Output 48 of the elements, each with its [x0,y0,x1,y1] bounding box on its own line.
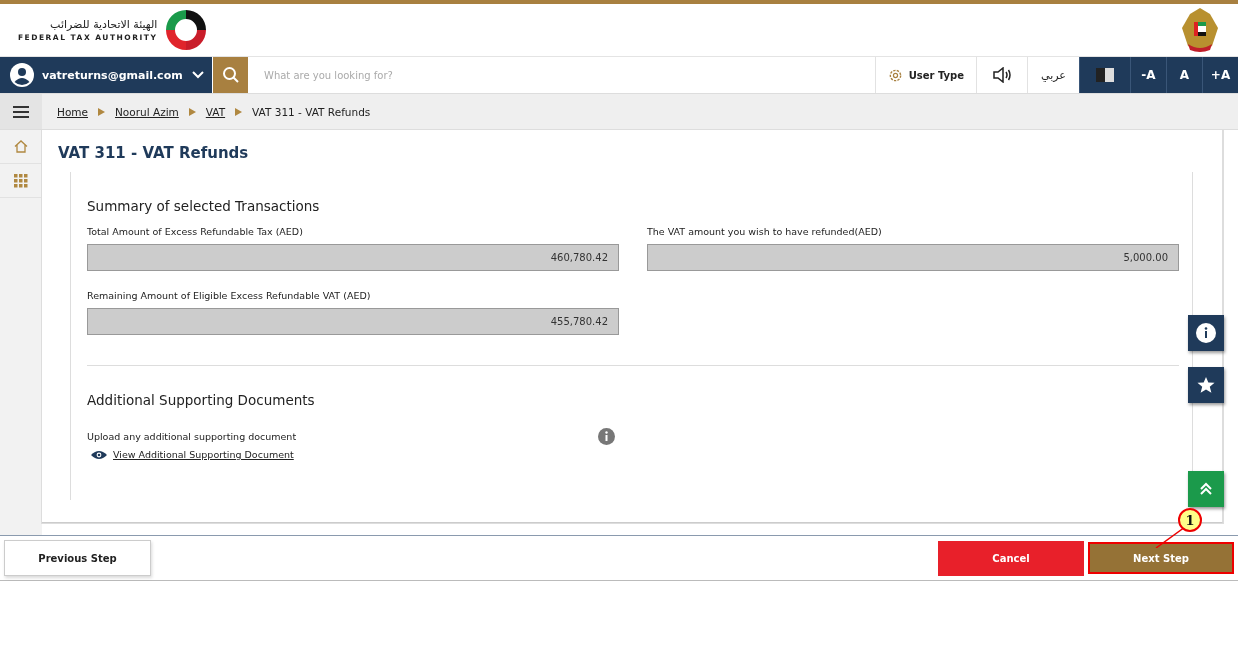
font-size-button[interactable]: +A [1202,57,1238,93]
speaker-icon [992,67,1012,83]
amount-field[interactable]: 455,780.42 [87,308,619,335]
settings-icon [887,67,903,83]
home-icon [14,140,28,153]
field-label: Remaining Amount of Eligible Excess Refundable VAT (AED) [87,290,372,301]
contrast-button[interactable] [1079,57,1130,93]
user-menu[interactable]: vatreturns@gmail.com [0,57,212,93]
chevron-down-icon [192,71,204,79]
annotation-marker: 1 [1178,508,1202,532]
amount-field[interactable]: 5,000.00 [647,244,1179,271]
font-size-button[interactable]: -A [1130,57,1166,93]
menu-icon [13,105,29,118]
search-button[interactable] [213,57,248,93]
amount-field[interactable]: 460,780.42 [87,244,619,271]
breadcrumb-link[interactable]: VAT [205,105,226,118]
triangle-right-icon [235,107,243,116]
favourite-button[interactable] [1188,367,1224,403]
search-icon [221,66,240,84]
breadcrumb-current: VAT 311 - VAT Refunds [252,105,371,118]
emblem-icon [1180,6,1220,54]
triangle-right-icon [188,107,196,116]
page-title: VAT 311 - VAT Refunds [57,143,250,164]
eye-icon [91,449,107,460]
field-label: Total Amount of Excess Refundable Tax (AED) [87,226,304,237]
breadcrumb-link[interactable]: Home [57,105,88,118]
cancel-button[interactable]: Cancel [938,540,1084,576]
contrast-icon [1096,68,1114,82]
previous-step-button[interactable]: Previous Step [4,540,151,576]
avatar-icon [10,63,34,87]
info-button[interactable] [1188,315,1224,351]
logo-arabic-text: الهيئة الاتحادية للضرائب [50,18,158,31]
grid-icon [14,173,28,188]
star-icon [1197,376,1215,394]
breadcrumb-link[interactable]: Noorul Azim [115,105,179,118]
info-icon[interactable] [598,428,615,445]
view-document-link[interactable]: View Additional Supporting Document [113,449,294,460]
info-icon [1196,323,1216,343]
section-title: Additional Supporting Documents [87,391,316,410]
field-label: The VAT amount you wish to have refunded(AED) [647,226,883,237]
triangle-right-icon [98,107,105,116]
next-step-button[interactable]: Next Step [1088,542,1234,574]
double-chevron-up-icon [1199,482,1213,496]
upload-label: Upload any additional supporting document [87,431,297,442]
scroll-top-button[interactable] [1188,471,1224,507]
font-size-button[interactable]: A [1166,57,1202,93]
menu-button[interactable] [0,94,42,129]
section-title: Summary of selected Transactions [87,197,321,216]
